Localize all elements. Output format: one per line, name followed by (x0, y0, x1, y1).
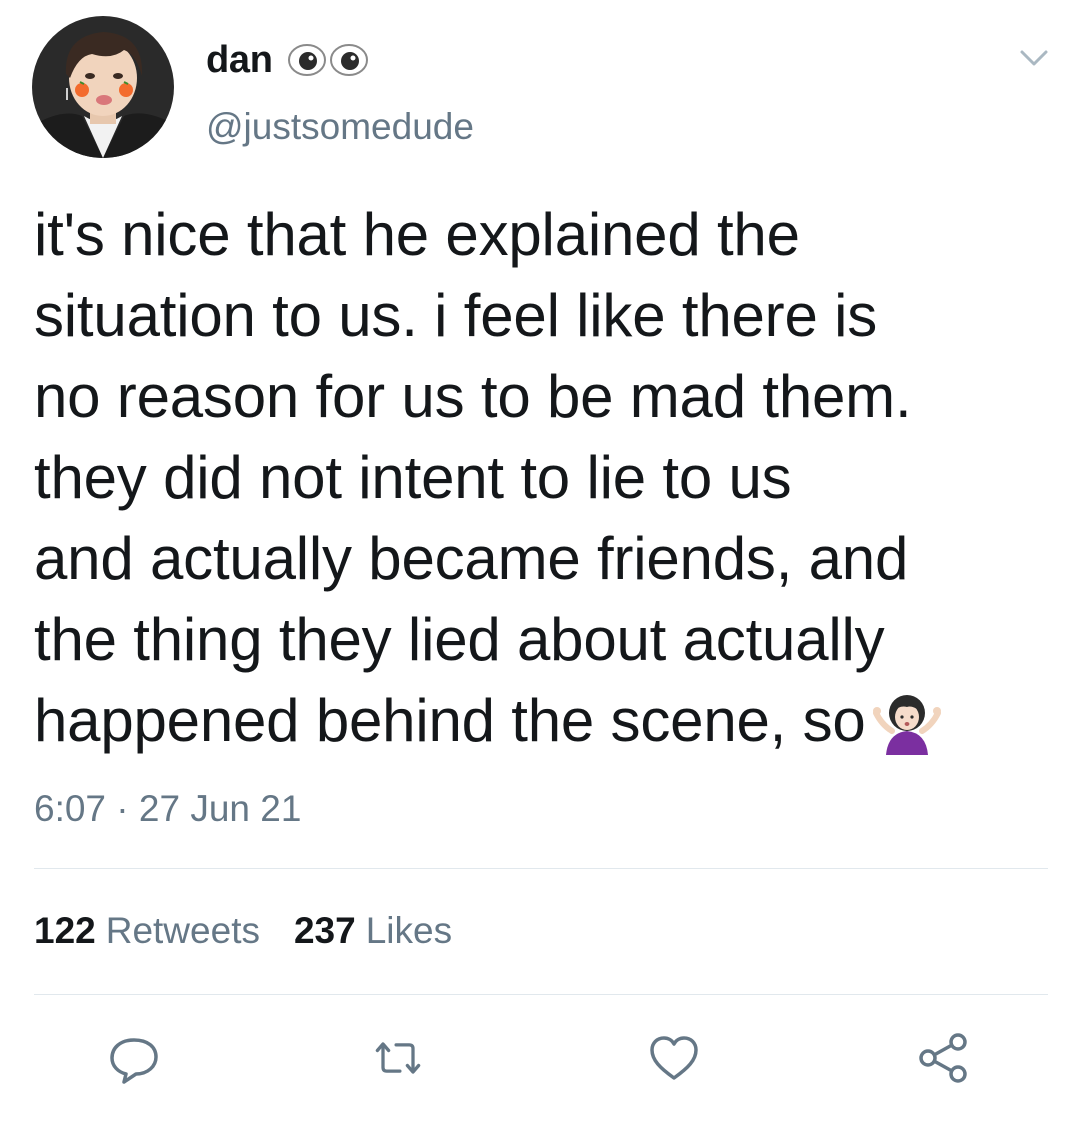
tweet-text-line: it's nice that he explained the (34, 201, 800, 268)
tweet-timestamp[interactable]: 6:07 · 27 Jun 21 (34, 788, 301, 830)
retweets-label: Retweets (105, 910, 260, 951)
eyes-icon (287, 44, 368, 76)
tweet-text-line: no reason for us to be mad them. (34, 363, 912, 430)
likes-count: 237 (293, 910, 356, 951)
display-name[interactable]: dan (206, 39, 273, 82)
user-handle[interactable]: @justsomedude (206, 106, 474, 148)
avatar-photo (32, 16, 174, 158)
woman-shrugging-icon (872, 691, 942, 775)
author-name-row[interactable]: dan (206, 34, 371, 86)
tweet-text-line: the thing they lied about actually (34, 606, 885, 673)
retweets-stat[interactable]: 122 Retweets (34, 910, 260, 952)
tweet-text-line: and actually became friends, and (34, 525, 909, 592)
reply-icon (110, 1038, 158, 1084)
share-button[interactable] (914, 1028, 974, 1088)
avatar[interactable] (32, 16, 174, 158)
like-icon (650, 1036, 698, 1080)
divider (34, 994, 1048, 995)
like-button[interactable] (644, 1028, 704, 1088)
tweet-text-line: happened behind the scene, so (34, 687, 866, 754)
chevron-down-icon (1020, 50, 1048, 66)
more-options-button[interactable] (1016, 42, 1052, 72)
tweet-stats: 122 Retweets 237 Likes (34, 910, 452, 952)
eyes-emoji-group (287, 38, 371, 82)
share-icon (919, 1033, 967, 1083)
retweet-button[interactable] (368, 1028, 428, 1088)
divider (34, 868, 1048, 869)
likes-stat[interactable]: 237 Likes (294, 910, 452, 952)
likes-label: Likes (365, 910, 453, 951)
tweet-text: it's nice that he explained the situatio… (34, 194, 1054, 775)
tweet-text-line: they did not intent to lie to us (34, 444, 792, 511)
retweets-count: 122 (34, 910, 96, 951)
tweet-text-last-line: happened behind the scene, so (34, 680, 1054, 775)
reply-button[interactable] (104, 1028, 164, 1088)
tweet-text-line: situation to us. i feel like there is (34, 282, 878, 349)
retweet-icon (375, 1042, 421, 1074)
